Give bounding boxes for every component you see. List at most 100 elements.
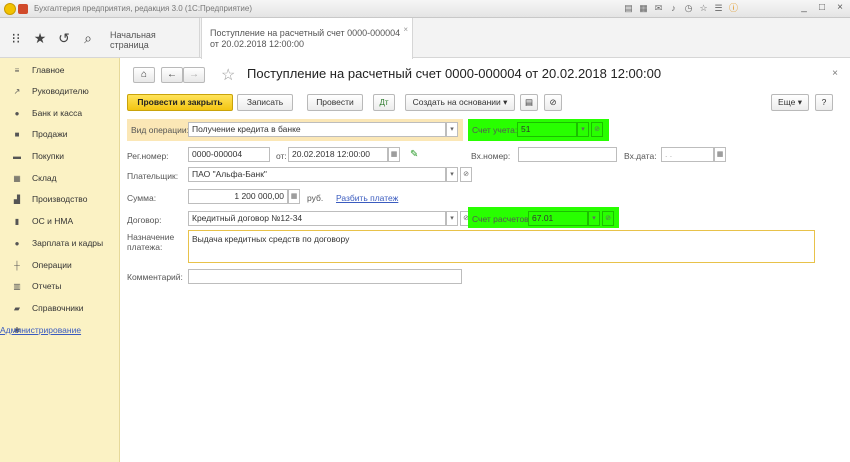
sidebar-item-label: Покупки: [32, 151, 64, 161]
sidebar-item-salary[interactable]: ● Зарплата и кадры: [0, 233, 120, 253]
trend-icon: ↗: [13, 86, 21, 96]
apps-grid-icon[interactable]: ⁝⁝: [8, 30, 24, 46]
split-payment-link[interactable]: Разбить платеж: [336, 193, 398, 203]
sidebar-item-label: Справочники: [32, 303, 84, 313]
titlebar-tools: ▤ ▦ ✉ ♪ ◷ ☆ ☰ ⓘ: [622, 2, 740, 16]
tab-document[interactable]: Поступление на расчетный счет 0000-00000…: [201, 18, 413, 59]
in-date-calendar-icon[interactable]: ▦: [714, 147, 726, 162]
operations-icon: ┼: [14, 260, 20, 270]
forward-button[interactable]: →: [183, 67, 205, 83]
sidebar-item-label: Отчеты: [32, 281, 62, 291]
sidebar-item-label: Производство: [32, 194, 88, 204]
favorites-star-icon[interactable]: ★: [32, 30, 48, 46]
op-type-select[interactable]: Получение кредита в банке: [188, 122, 446, 137]
close-form-icon[interactable]: ×: [832, 68, 838, 79]
posted-status-icon: ✎: [410, 149, 419, 160]
contract-label: Договор:: [127, 215, 162, 225]
settle-account-field[interactable]: 67.01: [528, 211, 588, 226]
purpose-label-line2: платежа:: [127, 242, 163, 252]
tab-close-icon[interactable]: ×: [403, 24, 408, 35]
sidebar-item-assets[interactable]: ▮ ОС и НМА: [0, 211, 120, 231]
sidebar-item-bank[interactable]: ● Банк и касса: [0, 103, 120, 123]
reg-num-field[interactable]: 0000-000004: [188, 147, 270, 162]
account-open-icon[interactable]: ⊘: [591, 122, 603, 137]
assets-icon: ▮: [14, 216, 20, 226]
dt-kt-report-icon[interactable]: Дт: [373, 94, 395, 111]
payer-open-icon[interactable]: ⊘: [460, 167, 472, 182]
op-type-label: Вид операции:: [131, 125, 189, 135]
person-icon: ●: [14, 238, 20, 248]
bell-icon[interactable]: ♪: [667, 2, 680, 15]
menu-icon[interactable]: ☰: [712, 2, 725, 15]
tab-document-line2: от 20.02.2018 12:00:00: [210, 39, 305, 49]
settle-account-dropdown-icon[interactable]: ▾: [588, 211, 600, 226]
app-logo-icon: [4, 3, 16, 15]
payer-dropdown-icon[interactable]: ▾: [446, 167, 458, 182]
sidebar-item-manager[interactable]: ↗ Руководителю: [0, 81, 120, 101]
post-button[interactable]: Провести: [307, 94, 363, 111]
close-window-button[interactable]: ×: [832, 2, 848, 15]
sidebar-item-sales[interactable]: ■ Продажи: [0, 124, 120, 144]
history-icon[interactable]: ↺: [56, 30, 72, 46]
sidebar-item-warehouse[interactable]: ▦ Склад: [0, 168, 120, 188]
cart-icon: ▬: [13, 151, 21, 161]
post-and-close-button[interactable]: Провести и закрыть: [127, 94, 233, 111]
attachment-icon[interactable]: ⊘: [544, 94, 562, 111]
sidebar-item-main[interactable]: ≡ Главное: [0, 60, 120, 80]
sidebar-item-label: Зарплата и кадры: [32, 238, 104, 248]
in-num-label: Вх.номер:: [471, 151, 511, 161]
contract-field[interactable]: Кредитный договор №12-34: [188, 211, 446, 226]
sidebar-item-label: Администрирование: [0, 325, 82, 335]
sidebar-item-label: Склад: [32, 173, 57, 183]
info-icon[interactable]: ⓘ: [727, 2, 740, 15]
home-button[interactable]: ⌂: [133, 67, 155, 83]
account-label: Счет учета:: [472, 125, 518, 135]
tab-home[interactable]: Начальная страница: [102, 18, 200, 58]
sidebar-item-operations[interactable]: ┼ Операции: [0, 255, 120, 275]
create-based-label: Создать на основании: [412, 97, 501, 107]
settle-account-open-icon[interactable]: ⊘: [602, 211, 614, 226]
app-menu-icon[interactable]: [18, 4, 28, 14]
payer-field[interactable]: ПАО "Альфа-Банк": [188, 167, 446, 182]
print-icon[interactable]: ▤: [520, 94, 538, 111]
account-field[interactable]: 51: [517, 122, 577, 137]
back-button[interactable]: ←: [161, 67, 183, 83]
purpose-textarea[interactable]: Выдача кредитных средств по договору: [188, 230, 815, 263]
account-dropdown-icon[interactable]: ▾: [577, 122, 589, 137]
sidebar-item-reports[interactable]: ▥ Отчеты: [0, 276, 120, 296]
sidebar-item-label: Главное: [32, 65, 65, 75]
history-icon[interactable]: ◷: [682, 2, 695, 15]
sidebar-item-administration[interactable]: ✱ Администрирование: [0, 320, 120, 340]
create-based-button[interactable]: Создать на основании ▾: [405, 94, 515, 111]
help-button[interactable]: ?: [815, 94, 833, 111]
bag-icon: ■: [14, 129, 20, 139]
sum-field[interactable]: 1 200 000,00: [188, 189, 288, 204]
sidebar-item-label: Банк и касса: [32, 108, 83, 118]
date-field[interactable]: 20.02.2018 12:00:00: [288, 147, 388, 162]
purpose-label-line1: Назначение: [127, 232, 175, 242]
more-button[interactable]: Еще ▾: [771, 94, 809, 111]
minimize-button[interactable]: _: [796, 2, 812, 15]
op-type-dropdown-icon[interactable]: ▾: [446, 122, 458, 137]
sidebar-item-production[interactable]: ▟ Производство: [0, 189, 120, 209]
bank-icon: ●: [14, 108, 20, 118]
star-icon[interactable]: ☆: [697, 2, 710, 15]
comment-field[interactable]: [188, 269, 462, 284]
in-date-label: Вх.дата:: [624, 151, 657, 161]
contract-dropdown-icon[interactable]: ▾: [446, 211, 458, 226]
in-date-field[interactable]: . .: [661, 147, 714, 162]
save-button[interactable]: Записать: [237, 94, 293, 111]
calculator-icon[interactable]: ▦: [288, 189, 300, 204]
in-num-field[interactable]: [518, 147, 617, 162]
search-icon[interactable]: ⌕: [80, 30, 96, 46]
mail-icon[interactable]: ✉: [652, 2, 665, 15]
table-icon[interactable]: ▦: [637, 2, 650, 15]
sidebar-item-references[interactable]: ▰ Справочники: [0, 298, 120, 318]
sidebar-item-purchases[interactable]: ▬ Покупки: [0, 146, 120, 166]
window-titlebar: Бухгалтерия предприятия, редакция 3.0 (1…: [0, 0, 850, 18]
maximize-button[interactable]: □: [814, 2, 830, 15]
calendar-icon[interactable]: ▦: [388, 147, 400, 162]
list-icon[interactable]: ▤: [622, 2, 635, 15]
payer-label: Плательщик:: [127, 171, 179, 181]
favorite-star-icon[interactable]: ☆: [221, 65, 235, 85]
